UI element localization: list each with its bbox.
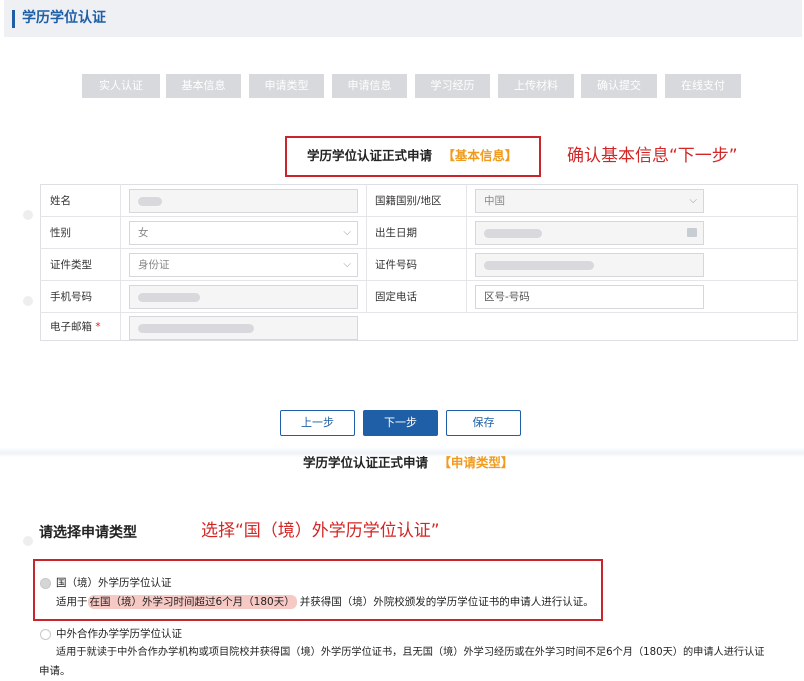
form-title-text: 学历学位认证正式申请	[307, 148, 433, 163]
annotation-highlight-box	[33, 559, 603, 621]
choose-type-label: 请选择申请类型	[39, 525, 137, 541]
table-divider	[40, 312, 798, 313]
header-accent-bar	[12, 10, 15, 28]
table-divider	[366, 184, 367, 312]
step-real-person-auth[interactable]: 实人认证	[82, 74, 160, 98]
save-button[interactable]: 保存	[446, 410, 521, 436]
required-mark: *	[95, 321, 101, 333]
step-upload-materials[interactable]: 上传材料	[498, 74, 574, 98]
chevron-down-icon: ⌵	[343, 227, 351, 238]
side-dot	[23, 210, 33, 220]
gender-value: 女	[138, 227, 149, 239]
radio-foreign-cert[interactable]	[40, 578, 51, 589]
redacted-value	[484, 229, 542, 238]
section2-title-tag: 【申请类型】	[438, 455, 514, 470]
radio-sino-foreign-cert[interactable]	[40, 629, 51, 640]
nationality-select[interactable]: 中国 ⌵	[475, 189, 704, 213]
gender-select[interactable]: 女 ⌵	[129, 221, 358, 245]
phone-label: 固定电话	[375, 291, 417, 303]
birth-date-field[interactable]	[475, 221, 704, 245]
redacted-value	[484, 261, 594, 270]
page-header	[4, 0, 802, 37]
redacted-value	[138, 293, 200, 302]
id-number-label: 证件号码	[375, 259, 417, 271]
id-type-value: 身份证	[138, 259, 170, 271]
gender-label: 性别	[50, 227, 71, 239]
option-sino-foreign-cert-desc: 适用于就读于中外合作办学机构或项目院校并获得国（境）外学历学位证书，且无国（境）…	[56, 647, 765, 658]
annotation-next-step: 确认基本信息“下一步”	[567, 146, 738, 166]
form-title: 学历学位认证正式申请 【基本信息】	[307, 147, 517, 165]
side-dot	[23, 536, 33, 546]
table-divider	[40, 248, 798, 249]
section2-title: 学历学位认证正式申请 【申请类型】	[303, 454, 513, 472]
table-divider	[40, 216, 798, 217]
birth-date-label: 出生日期	[375, 227, 417, 239]
side-dot	[23, 296, 33, 306]
page-title: 学历学位认证	[22, 10, 106, 26]
annotation-choose-foreign: 选择“国（境）外学历学位认证”	[201, 521, 440, 541]
step-study-history[interactable]: 学习经历	[415, 74, 490, 98]
id-type-select[interactable]: 身份证 ⌵	[129, 253, 358, 277]
email-label: 电子邮箱 *	[50, 320, 101, 334]
nationality-label: 国籍国别/地区	[375, 195, 442, 207]
step-confirm-submit[interactable]: 确认提交	[581, 74, 657, 98]
redacted-value	[138, 324, 254, 333]
name-label: 姓名	[50, 195, 71, 207]
next-step-button[interactable]: 下一步	[363, 410, 438, 436]
mobile-label: 手机号码	[50, 291, 92, 303]
form-title-tag: 【基本信息】	[442, 148, 518, 163]
option-foreign-cert-label[interactable]: 国（境）外学历学位认证	[56, 576, 172, 590]
option-sino-foreign-cert-desc-cont: 申请。	[39, 665, 71, 677]
phone-placeholder: 区号-号码	[484, 291, 530, 303]
chevron-down-icon: ⌵	[689, 195, 697, 206]
prev-step-button[interactable]: 上一步	[280, 410, 355, 436]
id-type-label: 证件类型	[50, 259, 92, 271]
step-basic-info[interactable]: 基本信息	[166, 74, 241, 98]
nationality-value: 中国	[484, 195, 505, 207]
step-online-payment[interactable]: 在线支付	[665, 74, 741, 98]
step-application-info[interactable]: 申请信息	[332, 74, 407, 98]
id-number-field[interactable]	[475, 253, 704, 277]
desc-suffix: 并获得国（境）外院校颁发的学历学位证书的申请人进行认证。	[299, 596, 594, 608]
email-field[interactable]	[129, 316, 358, 340]
calendar-icon[interactable]	[687, 228, 697, 237]
name-field[interactable]	[129, 189, 358, 213]
desc-highlight: 在国（境）外学习时间超过6个月（180天）	[87, 595, 297, 609]
step-application-type[interactable]: 申请类型	[249, 74, 324, 98]
option-foreign-cert-desc: 适用于 在国（境）外学习时间超过6个月（180天） 并获得国（境）外院校颁发的学历学…	[56, 595, 594, 609]
desc-prefix: 适用于	[56, 596, 88, 608]
redacted-value	[138, 197, 162, 206]
chevron-down-icon: ⌵	[343, 259, 351, 270]
option-sino-foreign-cert-label[interactable]: 中外合作办学学历学位认证	[56, 627, 182, 641]
email-label-text: 电子邮箱	[50, 321, 92, 333]
mobile-field[interactable]	[129, 285, 358, 309]
section2-title-text: 学历学位认证正式申请	[303, 455, 429, 470]
table-divider	[120, 184, 121, 341]
phone-field[interactable]: 区号-号码	[475, 285, 704, 309]
table-divider	[40, 280, 798, 281]
table-divider	[466, 184, 467, 312]
